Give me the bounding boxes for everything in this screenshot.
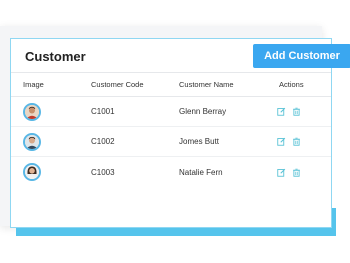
customer-name: Natalie Fern [179,167,223,177]
customer-name: Jomes Butt [179,137,220,146]
column-header-image: Image [23,80,44,89]
customer-code: C1001 [91,107,115,116]
edit-icon[interactable] [277,168,286,177]
customer-code: C1003 [91,167,115,177]
add-customer-button[interactable]: Add Customer [253,44,350,68]
avatar-cell [23,97,41,126]
trash-icon[interactable] [292,168,301,177]
avatar [23,102,41,121]
customer-name: Glenn Berray [179,107,227,116]
customer-code: C1002 [91,137,115,146]
customer-table: Image Customer Code Customer Name Action… [11,73,331,187]
avatar-photo [25,165,39,179]
card-header: Customer Add Customer [11,39,350,73]
avatar [23,163,41,181]
column-header-name: Customer Name [179,80,234,89]
table-row: C1003 Natalie Fern [11,157,331,187]
avatar-photo [25,104,39,119]
actions-cell [277,97,301,126]
trash-icon[interactable] [292,137,301,146]
edit-icon[interactable] [277,137,286,146]
table-row: C1001 Glenn Berray [11,97,331,127]
actions-cell [277,127,301,156]
column-header-actions: Actions [279,80,304,89]
table-header: Image Customer Code Customer Name Action… [11,73,331,97]
column-header-code: Customer Code [91,80,144,89]
table-row: C1002 Jomes Butt [11,127,331,157]
avatar [23,132,41,151]
edit-icon[interactable] [277,107,286,116]
avatar-cell [23,127,41,156]
avatar-photo [25,134,39,149]
page-title: Customer [25,49,86,64]
trash-icon[interactable] [292,107,301,116]
customer-card: Customer Add Customer Image Customer Cod… [10,38,350,228]
avatar-cell [23,157,41,187]
actions-cell [277,157,301,187]
